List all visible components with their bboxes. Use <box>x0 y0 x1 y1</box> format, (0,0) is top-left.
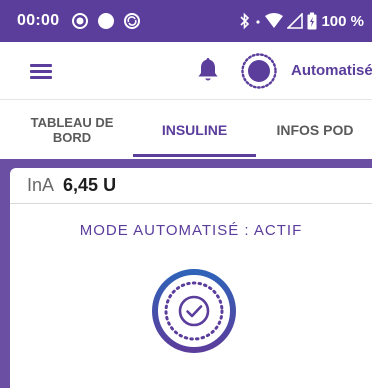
tab-pod-info[interactable]: INFOS POD <box>262 101 368 159</box>
ina-row: InA 6,45 U <box>10 168 372 204</box>
tab-insulin[interactable]: INSULINE <box>133 101 256 159</box>
circle-icon <box>98 13 115 29</box>
app-bar: Automatisé <box>0 42 372 100</box>
status-bar: 00:00 100 % <box>0 0 372 42</box>
active-tab-indicator <box>133 154 256 157</box>
wifi-icon <box>265 13 284 28</box>
insulin-card: InA 6,45 U MODE AUTOMATISÉ : ACTIF <box>10 168 372 388</box>
automated-mode-active-icon <box>152 269 236 353</box>
bluetooth-icon <box>240 12 250 30</box>
sync-icon <box>124 13 141 29</box>
bell-icon[interactable] <box>196 56 220 84</box>
ina-label: InA <box>27 175 55 195</box>
tab-dashboard[interactable]: TABLEAU DE BORD <box>12 101 132 159</box>
mode-label[interactable]: Automatisé <box>291 62 372 79</box>
battery-icon <box>307 12 317 30</box>
menu-line <box>30 76 52 79</box>
signal-icon <box>287 13 304 29</box>
status-left: 00:00 <box>17 12 141 30</box>
ina-value: 6,45 U <box>63 175 117 195</box>
status-time: 00:00 <box>17 12 60 29</box>
status-right: 100 % <box>239 12 364 30</box>
mode-status: MODE AUTOMATISÉ : ACTIF <box>79 222 303 239</box>
tab-bar: TABLEAU DE BORD INSULINE INFOS POD <box>0 101 372 159</box>
battery-percent: 100 % <box>321 12 364 30</box>
record-icon <box>72 13 89 29</box>
automated-mode-icon[interactable] <box>240 52 278 90</box>
menu-line <box>30 70 52 73</box>
dot-icon <box>256 20 261 24</box>
app-screen: 00:00 100 % Automatisé TABLEAU DE BORD I… <box>0 0 372 388</box>
menu-line <box>30 64 52 67</box>
menu-icon[interactable] <box>30 64 52 79</box>
